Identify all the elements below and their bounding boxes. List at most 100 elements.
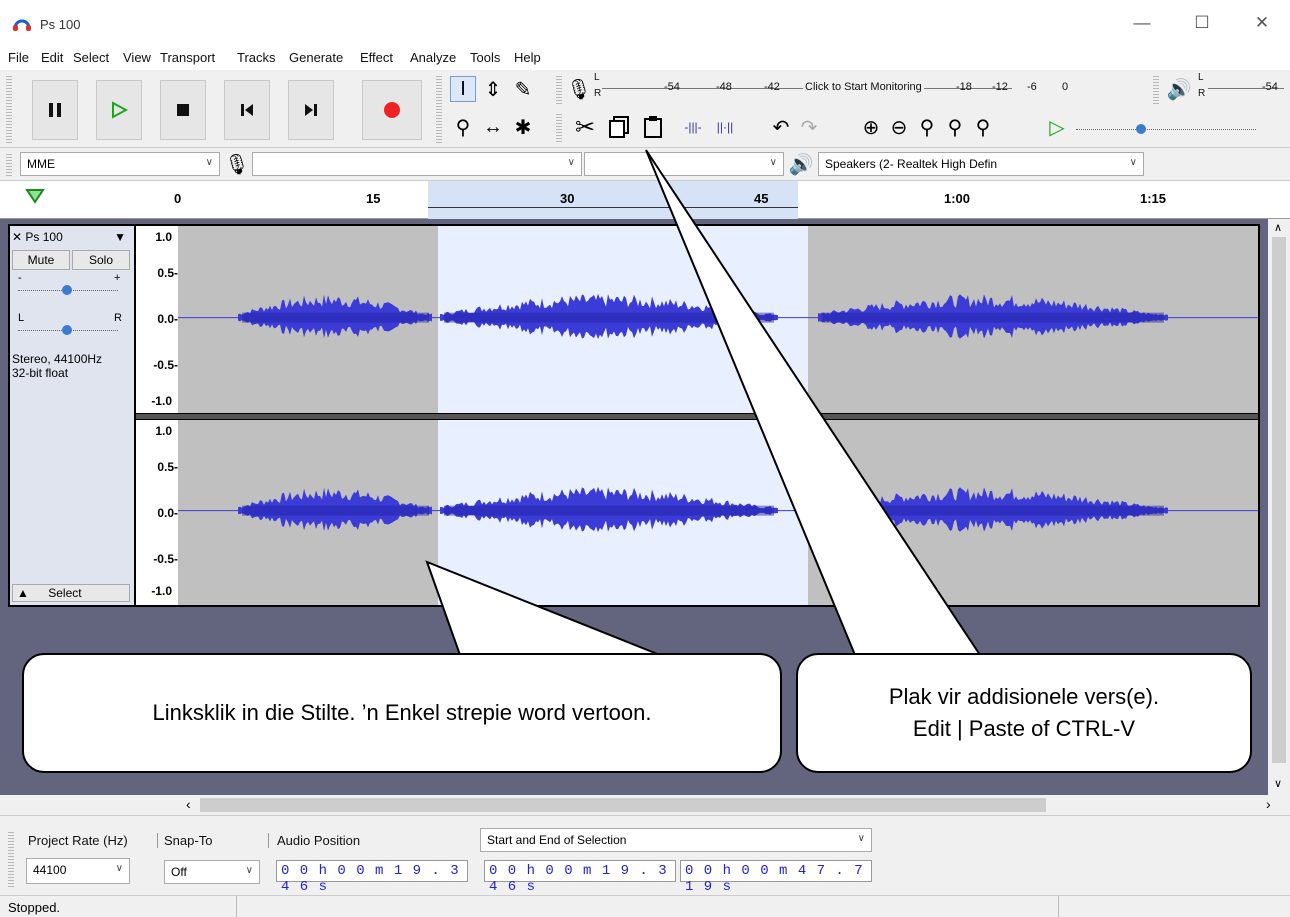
envelope-tool-icon[interactable]: ⇕: [480, 76, 506, 102]
play-at-speed-icon[interactable]: ▷: [1044, 114, 1070, 140]
start-monitoring-label[interactable]: Click to Start Monitoring: [803, 81, 924, 93]
meter-tick: -18: [956, 81, 972, 93]
menu-tracks[interactable]: Tracks: [237, 50, 276, 65]
selection-mode-select[interactable]: Start and End of Selection ∨: [480, 828, 872, 852]
vertical-scroll-thumb[interactable]: [1272, 237, 1286, 763]
silence-audio-icon[interactable]: ||·||: [712, 114, 738, 140]
toolbar-grip[interactable]: [6, 74, 12, 144]
toolbar-grip[interactable]: [556, 112, 562, 144]
playhead-marker-icon[interactable]: [24, 187, 46, 205]
collapse-track-icon[interactable]: ▲: [17, 586, 29, 600]
timeline-ruler[interactable]: 0 15 30 45 1:00 1:15: [0, 181, 1290, 219]
fit-selection-icon[interactable]: ⚲: [914, 114, 940, 140]
fit-project-icon[interactable]: ⚲: [942, 114, 968, 140]
toolbar-grip[interactable]: [1153, 74, 1159, 106]
selection-start-time[interactable]: 0 0 h 0 0 m 1 9 . 3 4 6 s: [484, 860, 676, 895]
pause-button[interactable]: [32, 80, 78, 140]
vertical-scrollbar[interactable]: ∧ ∨: [1268, 219, 1290, 795]
speaker-icon: 🔊: [788, 153, 814, 176]
pan-left-label: L: [18, 312, 25, 324]
toolbar-grip[interactable]: [556, 74, 562, 106]
timeline-tick: 1:15: [1140, 191, 1167, 206]
draw-tool-icon[interactable]: ✎: [510, 76, 536, 102]
gain-slider-thumb[interactable]: [62, 285, 72, 295]
track-name-menu[interactable]: ✕ Ps 100 ▼: [12, 230, 132, 248]
trim-audio-icon[interactable]: -|||-: [680, 114, 706, 140]
toolbar-grip[interactable]: [436, 74, 442, 144]
audio-position-label: Audio Position: [268, 833, 360, 848]
cut-icon[interactable]: ✂: [572, 114, 598, 141]
selection-end-time[interactable]: 0 0 h 0 0 m 4 7 . 7 1 9 s: [680, 860, 872, 895]
scroll-right-icon[interactable]: ›: [1266, 796, 1271, 812]
play-speed-thumb[interactable]: [1136, 124, 1146, 134]
menu-transport[interactable]: Transport: [160, 50, 215, 65]
copy-icon[interactable]: [606, 114, 632, 140]
snap-to-select[interactable]: Off ∨: [164, 860, 260, 884]
zoom-in-icon[interactable]: ⊕: [858, 114, 884, 140]
zoom-tool-icon[interactable]: ⚲: [450, 114, 476, 140]
waveform-rms: [242, 312, 429, 323]
close-track-icon[interactable]: ✕: [12, 230, 22, 244]
select-track-button[interactable]: ▲ Select: [12, 584, 130, 602]
meter-r-label: R: [594, 88, 602, 99]
scale-label: -0.5-: [153, 552, 178, 566]
project-rate-select[interactable]: 44100 ∨: [26, 858, 130, 884]
pan-slider-thumb[interactable]: [62, 325, 72, 335]
skip-to-end-button[interactable]: [288, 80, 334, 140]
waveform-right-channel[interactable]: [178, 420, 1258, 605]
waveform-left-channel[interactable]: [178, 226, 1258, 413]
solo-button[interactable]: Solo: [72, 250, 130, 270]
recording-device-select[interactable]: ∨: [252, 152, 582, 176]
play-speed-slider[interactable]: [1076, 129, 1256, 130]
microphone-icon[interactable]: 🎙: [566, 76, 592, 102]
meter-tick: 0: [1062, 81, 1069, 93]
menu-generate[interactable]: Generate: [289, 50, 343, 65]
menu-tools[interactable]: Tools: [470, 50, 500, 65]
callout-right-line1: Plak vir addisionele vers(e).: [888, 684, 1160, 709]
audio-position-time[interactable]: 0 0 h 0 0 m 1 9 . 3 4 6 s: [276, 860, 468, 895]
chevron-down-icon: ∨: [857, 833, 865, 844]
zoom-out-icon[interactable]: ⊖: [886, 114, 912, 140]
mute-button[interactable]: Mute: [12, 250, 70, 270]
audio-track[interactable]: ✕ Ps 100 ▼ Mute Solo - + L R Stereo, 441…: [8, 224, 1260, 607]
horizontal-scrollbar[interactable]: ‹ ›: [0, 795, 1290, 815]
multi-tool-icon[interactable]: ✱: [510, 114, 536, 140]
toolbar-grip[interactable]: [6, 152, 12, 176]
menu-analyze[interactable]: Analyze: [410, 50, 456, 65]
audio-host-select[interactable]: MME ∨: [20, 152, 220, 176]
menu-help[interactable]: Help: [514, 50, 541, 65]
stop-button[interactable]: [160, 80, 206, 140]
scroll-up-icon[interactable]: ∧: [1274, 221, 1282, 234]
redo-icon[interactable]: ↷: [796, 114, 822, 140]
record-button[interactable]: [362, 80, 422, 140]
close-button[interactable]: ✕: [1240, 8, 1284, 38]
zoom-toggle-icon[interactable]: ⚲: [970, 114, 996, 140]
scroll-left-icon[interactable]: ‹: [186, 796, 191, 812]
timeshift-tool-icon[interactable]: ↔: [480, 114, 506, 140]
record-icon: [384, 102, 400, 118]
menu-view[interactable]: View: [123, 50, 151, 65]
minimize-button[interactable]: —: [1120, 8, 1164, 38]
play-button[interactable]: [96, 80, 142, 140]
menu-select[interactable]: Select: [73, 50, 109, 65]
paste-icon[interactable]: [640, 114, 666, 140]
recording-channels-select[interactable]: ∨: [584, 152, 784, 176]
skip-to-start-button[interactable]: [224, 80, 270, 140]
toolbar-grip[interactable]: [8, 830, 14, 888]
menu-effect[interactable]: Effect: [360, 50, 393, 65]
title-bar: Ps 100 — ☐ ✕: [0, 0, 1290, 46]
horizontal-scroll-thumb[interactable]: [200, 798, 1046, 812]
selection-tool-icon[interactable]: I: [450, 76, 476, 102]
maximize-button[interactable]: ☐: [1180, 8, 1224, 38]
playback-device-select[interactable]: Speakers (2- Realtek High Defin ∨: [818, 152, 1144, 176]
scroll-down-icon[interactable]: ∨: [1274, 777, 1282, 790]
speaker-icon[interactable]: 🔊: [1166, 76, 1192, 102]
menu-file[interactable]: File: [8, 50, 29, 65]
undo-icon[interactable]: ↶: [768, 114, 794, 140]
waveform-rms: [242, 505, 429, 516]
scale-label: 0.0-: [157, 506, 178, 520]
chevron-down-icon: ▼: [114, 230, 126, 244]
menu-edit[interactable]: Edit: [41, 50, 63, 65]
meter-tick: -42: [764, 81, 780, 93]
chevron-down-icon: ∨: [567, 157, 575, 168]
